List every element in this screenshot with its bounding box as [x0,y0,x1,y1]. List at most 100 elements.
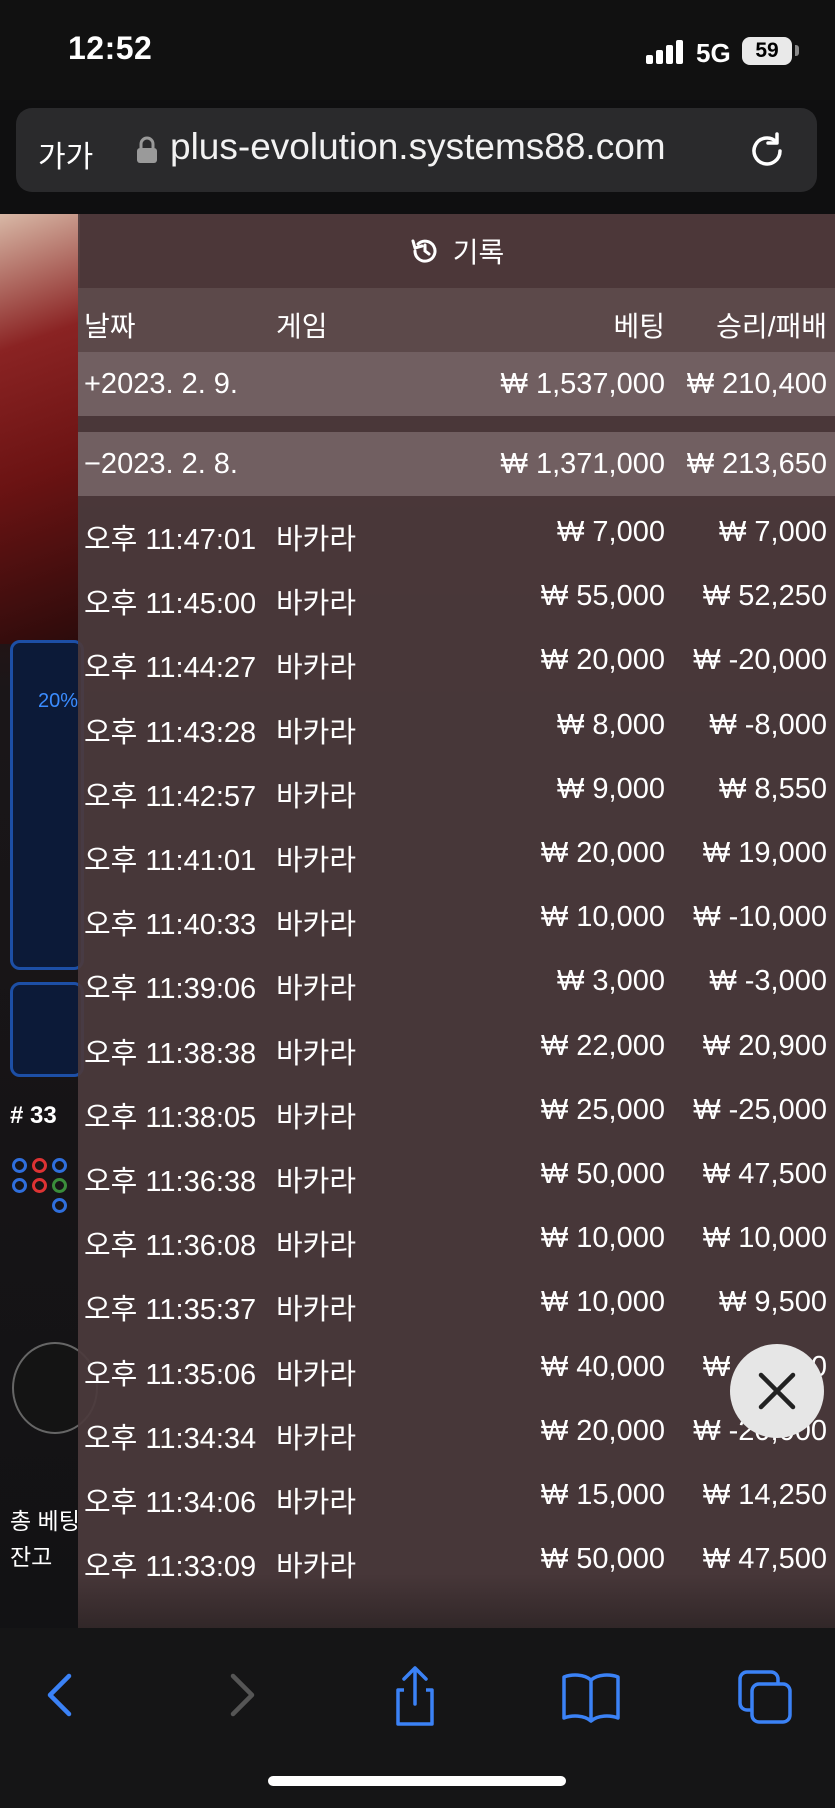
row-game: 바카라 [276,1230,357,1263]
history-row: 오후 11:41:01 바카라 ₩ 20,000 ₩ 19,000 [78,821,835,885]
group-win-loss: ₩ 213,650 [686,448,827,480]
history-row: 오후 11:45:00 바카라 ₩ 55,000 ₩ 52,250 [78,564,835,628]
row-win-loss: ₩ 9,500 [719,1286,827,1319]
row-win-loss: ₩ 52,250 [702,580,827,613]
row-win-loss: ₩ -8,000 [709,708,827,741]
row-time: 오후 11:38:05 [84,1101,257,1134]
close-button[interactable] [730,1344,824,1438]
row-time: 오후 11:44:27 [84,652,257,685]
address-bar[interactable]: 가가 plus-evolution.systems88.com [16,108,817,192]
share-icon[interactable] [380,1660,450,1730]
row-time: 오후 11:41:01 [84,845,257,877]
history-row: 오후 11:36:38 바카라 ₩ 50,000 ₩ 47,500 [78,1142,835,1206]
side-bet-area[interactable] [10,982,84,1077]
group-date[interactable]: −2023. 2. 8. [84,448,238,481]
history-row: 오후 11:42:57 바카라 ₩ 9,000 ₩ 8,550 [78,757,835,821]
row-game: 바카라 [276,524,357,556]
group-bet: ₩ 1,371,000 [500,448,665,480]
row-game: 바카라 [276,652,357,685]
status-time: 12:52 [68,30,153,66]
column-bet: 베팅 [613,311,665,342]
history-clock-icon [411,239,437,263]
road-map [12,1158,82,1214]
history-group-row[interactable]: +2023. 2. 9. ₩ 1,537,000 ₩ 210,400 [78,352,835,416]
row-game: 바카라 [276,1101,357,1134]
row-time: 오후 11:40:33 [84,909,257,942]
reload-icon[interactable] [746,130,788,172]
text-size-button[interactable]: 가가 [38,132,93,176]
row-bet: ₩ 55,000 [540,580,665,613]
signal-icon [646,40,686,64]
close-icon [758,1372,796,1410]
history-column-header: 날짜 게임 베팅 승리/패배 [78,288,835,352]
row-bet: ₩ 10,000 [540,1286,665,1319]
row-time: 오후 11:42:57 [84,780,257,813]
row-bet: ₩ 22,000 [540,1029,665,1062]
network-label: 5G [696,38,731,68]
scroll-fade [78,1574,835,1628]
status-bar: 12:52 5G 59 [0,0,835,100]
row-bet: ₩ 10,000 [540,1222,665,1255]
row-game: 바카라 [276,1294,357,1327]
row-win-loss: ₩ 14,250 [702,1479,827,1511]
page: 12:52 5G 59 가가 plus-evolution.systems88.… [0,0,835,1808]
balance-label: 잔고 [10,1544,53,1570]
row-bet: ₩ 20,000 [540,1414,665,1447]
history-row: 오후 11:43:28 바카라 ₩ 8,000 ₩ -8,000 [78,693,835,757]
row-time: 오후 11:34:06 [84,1487,257,1519]
history-row: 오후 11:36:08 바카라 ₩ 10,000 ₩ 10,000 [78,1206,835,1270]
row-time: 오후 11:45:00 [84,588,257,621]
row-win-loss: ₩ 47,500 [702,1158,827,1190]
history-row: 오후 11:35:37 바카라 ₩ 10,000 ₩ 9,500 [78,1270,835,1334]
chevron-right-icon[interactable] [206,1660,276,1730]
dealer-video [0,214,80,644]
row-win-loss: ₩ 10,000 [702,1222,827,1255]
history-title: 기록 [452,237,505,268]
chevron-left-icon[interactable] [26,1660,96,1730]
row-game: 바카라 [276,716,357,749]
home-indicator [268,1776,566,1786]
row-bet: ₩ 9,000 [557,772,665,805]
book-icon[interactable] [556,1660,626,1730]
row-win-loss: ₩ 20,900 [702,1029,827,1062]
battery-icon: 59 [742,37,792,65]
row-win-loss: ₩ -3,000 [709,965,827,998]
row-time: 오후 11:38:38 [84,1037,257,1070]
column-date: 날짜 [84,311,136,342]
lock-icon [137,136,157,163]
row-bet: ₩ 10,000 [540,901,665,934]
row-time: 오후 11:35:37 [84,1294,257,1327]
row-game: 바카라 [276,780,357,813]
row-bet: ₩ 7,000 [557,516,665,548]
total-bet-label: 총 베팅 [10,1508,80,1534]
row-time: 오후 11:34:34 [84,1422,257,1455]
group-date[interactable]: +2023. 2. 9. [84,368,238,401]
row-bet: ₩ 20,000 [540,837,665,869]
history-row: 오후 11:47:01 바카라 ₩ 7,000 ₩ 7,000 [78,500,835,564]
row-win-loss: ₩ -20,000 [693,644,827,677]
row-bet: ₩ 3,000 [557,965,665,998]
row-game: 바카라 [276,1487,357,1519]
row-win-loss: ₩ 19,000 [702,837,827,869]
url-text[interactable]: plus-evolution.systems88.com [170,126,666,168]
bet-progress-percent: 20% [38,690,79,712]
row-win-loss: ₩ 47,500 [702,1543,827,1576]
row-game: 바카라 [276,973,357,1006]
row-game: 바카라 [276,909,357,942]
history-row: 오후 11:35:06바카라₩ 40,000₩ 40,000 [78,1335,835,1399]
history-row: 오후 11:38:05 바카라 ₩ 25,000 ₩ -25,000 [78,1078,835,1142]
row-win-loss: ₩ 7,000 [719,516,827,548]
row-time: 오후 11:36:38 [84,1166,257,1198]
history-row: 오후 11:34:34바카라₩ 20,000₩ -20,000 [78,1399,835,1463]
group-bet: ₩ 1,537,000 [500,368,665,400]
tabs-icon[interactable] [730,1660,800,1730]
history-group-row[interactable]: −2023. 2. 8. ₩ 1,371,000 ₩ 213,650 [78,432,835,496]
row-bet: ₩ 20,000 [540,644,665,677]
row-bet: ₩ 50,000 [540,1543,665,1576]
row-game: 바카라 [276,588,357,621]
row-bet: ₩ 15,000 [540,1479,665,1511]
row-time: 오후 11:35:06 [84,1358,257,1391]
row-game: 바카라 [276,1166,357,1198]
row-game: 바카라 [276,1358,357,1391]
history-row: 오후 11:38:38 바카라 ₩ 22,000 ₩ 20,900 [78,1014,835,1078]
